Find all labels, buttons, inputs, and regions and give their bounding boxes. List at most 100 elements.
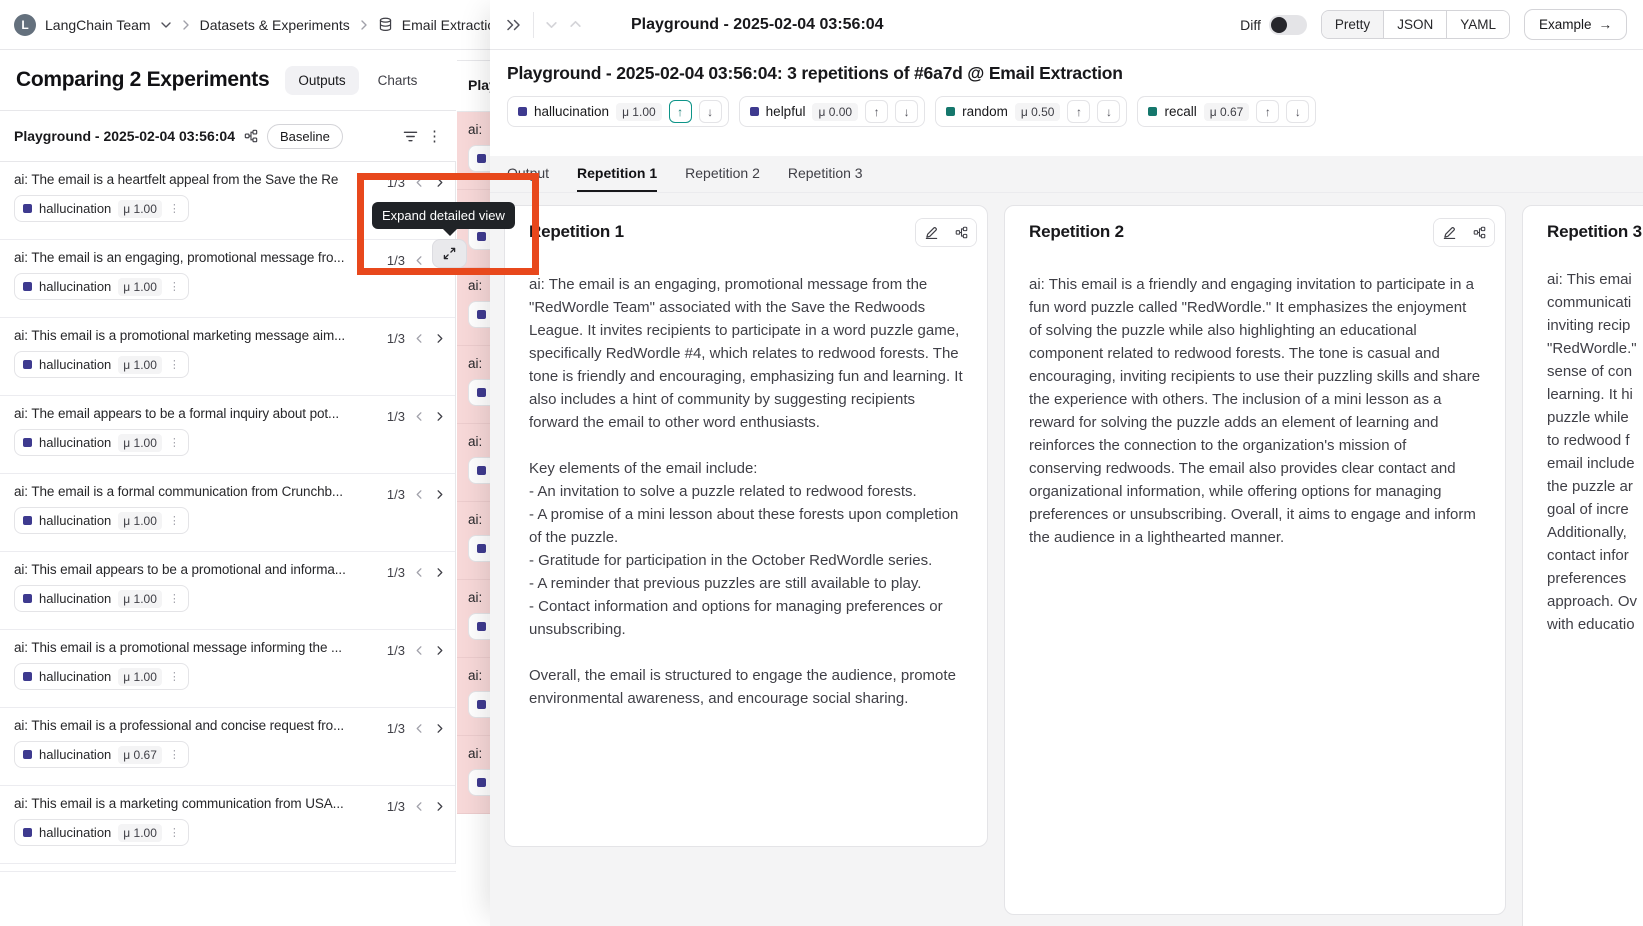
metric-name: hallucination xyxy=(39,513,111,528)
experiment-output-row[interactable]: ai: This email is a promotional marketin… xyxy=(0,318,455,396)
experiment-output-row[interactable]: ai: This email is a marketing communicat… xyxy=(0,786,455,864)
repetition-3-card: Repetition 3 ai: This emai communicati i… xyxy=(1522,205,1643,926)
prev-repetition-icon[interactable] xyxy=(414,333,425,344)
sort-ascending-button[interactable]: ↑ xyxy=(865,100,888,123)
format-json-button[interactable]: JSON xyxy=(1383,11,1446,38)
repetition-pagination: 1/3 xyxy=(387,643,405,658)
sort-ascending-button[interactable]: ↑ xyxy=(1067,100,1090,123)
edit-pencil-icon[interactable] xyxy=(916,219,946,246)
prev-repetition-icon[interactable] xyxy=(414,255,425,266)
diff-toggle-wrap: Diff xyxy=(1240,15,1307,35)
tab-output[interactable]: Output xyxy=(507,156,549,192)
tab-repetition-2[interactable]: Repetition 2 xyxy=(685,156,760,192)
comparison-panel: Comparing 2 Experiments Outputs Charts P… xyxy=(0,50,490,926)
experiment-output-row[interactable]: ai: This email appears to be a promotion… xyxy=(0,552,455,630)
prev-repetition-icon[interactable] xyxy=(414,723,425,734)
breadcrumb-team[interactable]: LangChain Team xyxy=(45,17,151,33)
prev-repetition-icon[interactable] xyxy=(414,645,425,656)
experiment-output-row[interactable]: ai: The email is an engaging, promotiona… xyxy=(0,240,455,318)
next-repetition-icon[interactable] xyxy=(434,723,445,734)
breadcrumb-dataset[interactable]: Email Extraction xyxy=(402,17,503,33)
example-button[interactable]: Example → xyxy=(1524,9,1627,40)
next-repetition-icon[interactable] xyxy=(434,177,445,188)
tab-outputs[interactable]: Outputs xyxy=(285,66,358,95)
experiment-output-row[interactable]: ai: This email is a professional and con… xyxy=(0,708,455,786)
kebab-icon[interactable]: ⋮ xyxy=(169,826,180,839)
next-repetition-icon[interactable] xyxy=(434,801,445,812)
org-avatar[interactable]: L xyxy=(14,14,36,36)
next-row-icon[interactable] xyxy=(569,18,582,31)
repetition-pagination: 1/3 xyxy=(387,331,405,346)
feedback-badge[interactable]: hallucination μ 0.67 ⋮ xyxy=(14,741,189,768)
prev-row-icon[interactable] xyxy=(545,18,558,31)
feedback-badge[interactable]: hallucination μ 1.00 ⋮ xyxy=(14,585,189,612)
kebab-icon[interactable]: ⋮ xyxy=(169,202,180,215)
kebab-menu-icon[interactable]: ⋮ xyxy=(427,129,442,144)
feedback-summary-chip: hallucination μ 1.00 ↑ ↓ xyxy=(507,96,729,127)
feedback-badge[interactable]: hallucination μ 1.00 ⋮ xyxy=(14,819,189,846)
sort-descending-button[interactable]: ↓ xyxy=(1097,100,1120,123)
format-pretty-button[interactable]: Pretty xyxy=(1322,11,1383,38)
trace-tree-icon[interactable] xyxy=(244,129,258,143)
header-divider xyxy=(533,12,534,38)
repetition-pagination: 1/3 xyxy=(387,565,405,580)
experiment-output-row[interactable]: ai: The email appears to be a formal inq… xyxy=(0,396,455,474)
format-yaml-button[interactable]: YAML xyxy=(1446,11,1509,38)
feedback-badge[interactable]: hallucination μ 1.00 ⋮ xyxy=(14,195,189,222)
open-trace-tree-icon[interactable] xyxy=(1464,219,1494,246)
prev-repetition-icon[interactable] xyxy=(414,411,425,422)
database-icon xyxy=(378,17,393,32)
filter-icon[interactable] xyxy=(403,130,418,143)
tab-charts[interactable]: Charts xyxy=(365,66,431,95)
metric-name: hallucination xyxy=(39,825,111,840)
feedback-badge[interactable]: hallucination μ 1.00 ⋮ xyxy=(14,351,189,378)
repetition-pagination: 1/3 xyxy=(387,253,405,268)
edit-pencil-icon[interactable] xyxy=(1434,219,1464,246)
diff-toggle[interactable] xyxy=(1269,15,1307,35)
repetition-output-text: ai: This emai communicati inviting recip… xyxy=(1523,242,1643,660)
next-repetition-icon[interactable] xyxy=(434,645,445,656)
experiment-output-row[interactable]: ai: The email is a formal communication … xyxy=(0,474,455,552)
expand-detailed-view-button[interactable] xyxy=(432,239,467,268)
sort-descending-button[interactable]: ↓ xyxy=(699,100,722,123)
output-summary-text: ai: The email is a heartfelt appeal from… xyxy=(14,172,338,187)
open-trace-tree-icon[interactable] xyxy=(946,219,976,246)
hidden-column-row: ai: xyxy=(457,346,490,424)
tab-repetition-3[interactable]: Repetition 3 xyxy=(788,156,863,192)
tab-repetition-1[interactable]: Repetition 1 xyxy=(577,156,657,192)
output-summary-text: ai: The email is an engaging, promotiona… xyxy=(14,250,344,265)
next-repetition-icon[interactable] xyxy=(434,333,445,344)
experiment-output-row[interactable]: ai: This email is a promotional message … xyxy=(0,630,455,708)
prev-repetition-icon[interactable] xyxy=(414,567,425,578)
prev-repetition-icon[interactable] xyxy=(414,801,425,812)
kebab-icon[interactable]: ⋮ xyxy=(169,748,180,761)
prev-repetition-icon[interactable] xyxy=(414,177,425,188)
kebab-icon[interactable]: ⋮ xyxy=(169,592,180,605)
collapse-panel-icon[interactable] xyxy=(506,18,522,32)
chevron-down-icon[interactable] xyxy=(160,19,172,31)
feedback-badge[interactable]: hallucination μ 1.00 ⋮ xyxy=(14,273,189,300)
feedback-badge[interactable]: hallucination μ 1.00 ⋮ xyxy=(14,663,189,690)
kebab-icon[interactable]: ⋮ xyxy=(169,514,180,527)
breadcrumb-section[interactable]: Datasets & Experiments xyxy=(200,17,350,33)
hidden-feedback-badge xyxy=(468,769,490,796)
next-repetition-icon[interactable] xyxy=(434,567,445,578)
next-repetition-icon[interactable] xyxy=(434,411,445,422)
feedback-badge[interactable]: hallucination μ 1.00 ⋮ xyxy=(14,429,189,456)
sort-ascending-button[interactable]: ↑ xyxy=(669,100,692,123)
kebab-icon[interactable]: ⋮ xyxy=(169,358,180,371)
next-repetition-icon[interactable] xyxy=(434,489,445,500)
metric-name: hallucination xyxy=(39,279,111,294)
sort-ascending-button[interactable]: ↑ xyxy=(1256,100,1279,123)
experiment-name[interactable]: Playground - 2025-02-04 03:56:04 xyxy=(14,128,235,144)
metric-color-square xyxy=(750,107,759,116)
sort-descending-button[interactable]: ↓ xyxy=(1286,100,1309,123)
metric-color-square xyxy=(477,154,486,163)
metric-mean-value: μ 0.67 xyxy=(1204,103,1250,121)
feedback-badge[interactable]: hallucination μ 1.00 ⋮ xyxy=(14,507,189,534)
kebab-icon[interactable]: ⋮ xyxy=(169,280,180,293)
sort-descending-button[interactable]: ↓ xyxy=(895,100,918,123)
kebab-icon[interactable]: ⋮ xyxy=(169,436,180,449)
prev-repetition-icon[interactable] xyxy=(414,489,425,500)
kebab-icon[interactable]: ⋮ xyxy=(169,670,180,683)
